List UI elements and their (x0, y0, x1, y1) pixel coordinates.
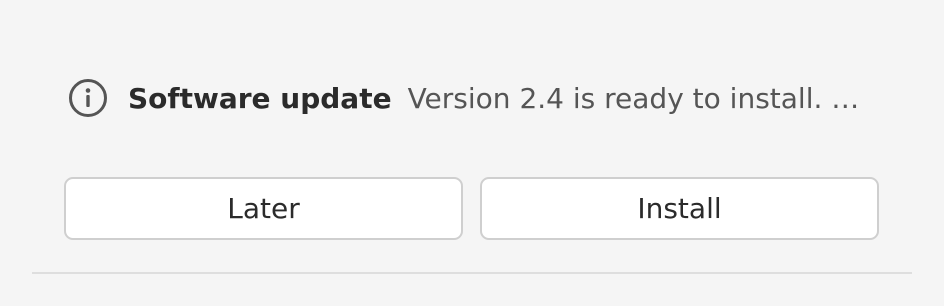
divider (32, 272, 912, 274)
notice-message: Version 2.4 is ready to install. … (407, 81, 860, 115)
info-icon (68, 78, 108, 118)
update-notice: Software update Version 2.4 is ready to … (68, 78, 859, 118)
later-button[interactable]: Later (64, 177, 463, 240)
notice-title: Software update (128, 81, 392, 115)
install-button[interactable]: Install (480, 177, 879, 240)
